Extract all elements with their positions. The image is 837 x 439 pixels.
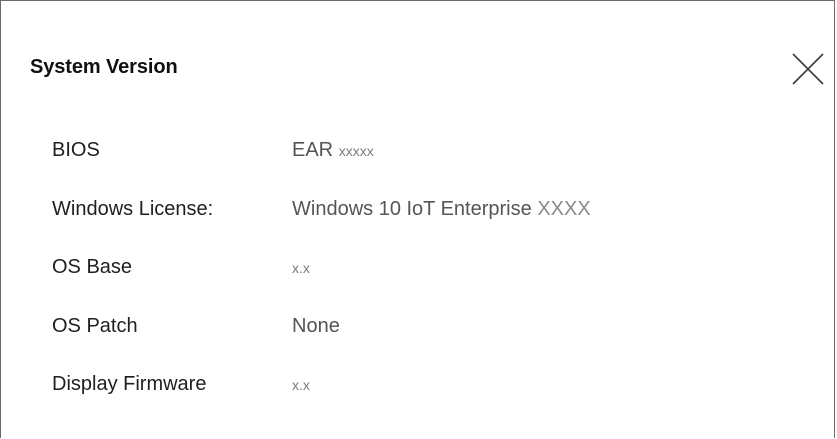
os-base-value: x.x (292, 256, 310, 279)
windows-license-value: Windows 10 IoT Enterprise XXXX (292, 198, 591, 221)
row-display-firmware: Display Firmware x.x (52, 367, 812, 426)
os-base-label: OS Base (52, 256, 133, 278)
bios-value-suffix: xxxxx (338, 143, 374, 159)
dialog-title: System Version (30, 56, 178, 78)
bios-value-main: EAR (292, 139, 334, 161)
row-os-patch: OS Patch None (52, 309, 812, 368)
os-base-value-suffix: x.x (292, 260, 310, 276)
row-os-base: OS Base x.x (52, 250, 812, 309)
display-firmware-value: x.x (292, 373, 310, 396)
row-windows-license: Windows License: Windows 10 IoT Enterpri… (52, 192, 812, 251)
close-icon (792, 53, 824, 85)
row-bios: BIOS EAR xxxxx (52, 133, 812, 192)
os-patch-label: OS Patch (52, 314, 138, 337)
system-version-dialog: System Version BIOS EAR xxxxx Windows Li… (0, 0, 835, 438)
os-patch-value: None (292, 314, 340, 337)
display-firmware-value-suffix: x.x (292, 377, 310, 393)
display-firmware-label: Display Firmware (52, 373, 207, 395)
bios-value: EAR xxxxx (292, 139, 374, 162)
windows-license-value-main: Windows 10 IoT Enterprise (292, 197, 532, 220)
close-button[interactable] (787, 48, 829, 90)
bios-label: BIOS (52, 139, 100, 161)
windows-license-value-suffix: XXXX (537, 197, 591, 220)
windows-license-label: Windows License: (52, 197, 214, 220)
version-list: BIOS EAR xxxxx Windows License: Windows … (52, 133, 812, 426)
